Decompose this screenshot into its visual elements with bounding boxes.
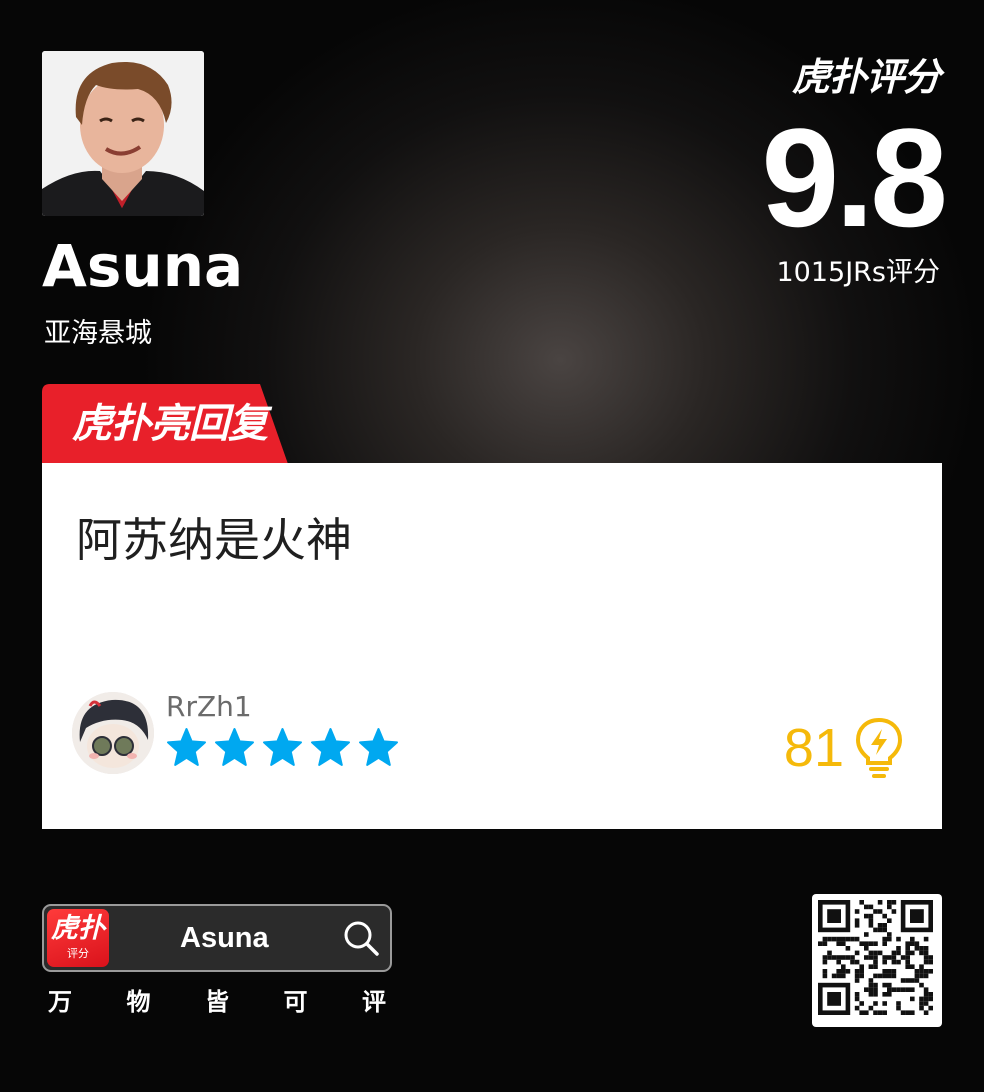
search-icon[interactable] bbox=[342, 919, 380, 957]
search-query[interactable]: Asuna bbox=[180, 918, 269, 958]
slogan-char: 万 bbox=[48, 988, 72, 1016]
hot-reply-tag: 虎扑亮回复 bbox=[42, 384, 288, 464]
star-icon bbox=[167, 728, 206, 766]
star-icon bbox=[311, 728, 350, 766]
hupu-rating-logo: 虎扑评分 bbox=[791, 55, 941, 99]
rating-count: 1015JRs评分 bbox=[776, 257, 940, 288]
search-bar[interactable]: 虎扑 评分 Asuna bbox=[42, 904, 392, 972]
hot-reply-label: 虎扑亮回复 bbox=[72, 401, 268, 447]
player-team: 亚海悬城 bbox=[44, 318, 152, 349]
star-rating bbox=[166, 727, 399, 768]
like-count: 81 bbox=[783, 718, 844, 778]
star-icon bbox=[359, 728, 398, 766]
star-icon bbox=[215, 728, 254, 766]
commenter-name[interactable]: RrZh1 bbox=[166, 689, 252, 725]
lightbulb-icon[interactable] bbox=[854, 717, 904, 779]
comment-card: 阿苏纳是火神 RrZh1 81 bbox=[42, 463, 942, 829]
slogan-char: 皆 bbox=[205, 988, 229, 1016]
hupu-app-icon: 虎扑 评分 bbox=[47, 909, 109, 967]
qr-code bbox=[812, 894, 942, 1027]
app-icon-title: 虎扑 bbox=[51, 913, 105, 944]
star-icon bbox=[263, 728, 302, 766]
player-name: Asuna bbox=[42, 232, 244, 300]
slogan-char: 物 bbox=[126, 988, 151, 1016]
slogan: 万 物 皆 可 评 bbox=[42, 982, 392, 1017]
app-icon-subtitle: 评分 bbox=[67, 947, 89, 960]
player-photo bbox=[42, 51, 204, 216]
commenter-avatar[interactable] bbox=[72, 692, 154, 774]
slogan-char: 评 bbox=[362, 988, 386, 1016]
slogan-char: 可 bbox=[283, 988, 308, 1016]
comment-text: 阿苏纳是火神 bbox=[76, 513, 352, 567]
score-value: 9.8 bbox=[761, 99, 948, 256]
